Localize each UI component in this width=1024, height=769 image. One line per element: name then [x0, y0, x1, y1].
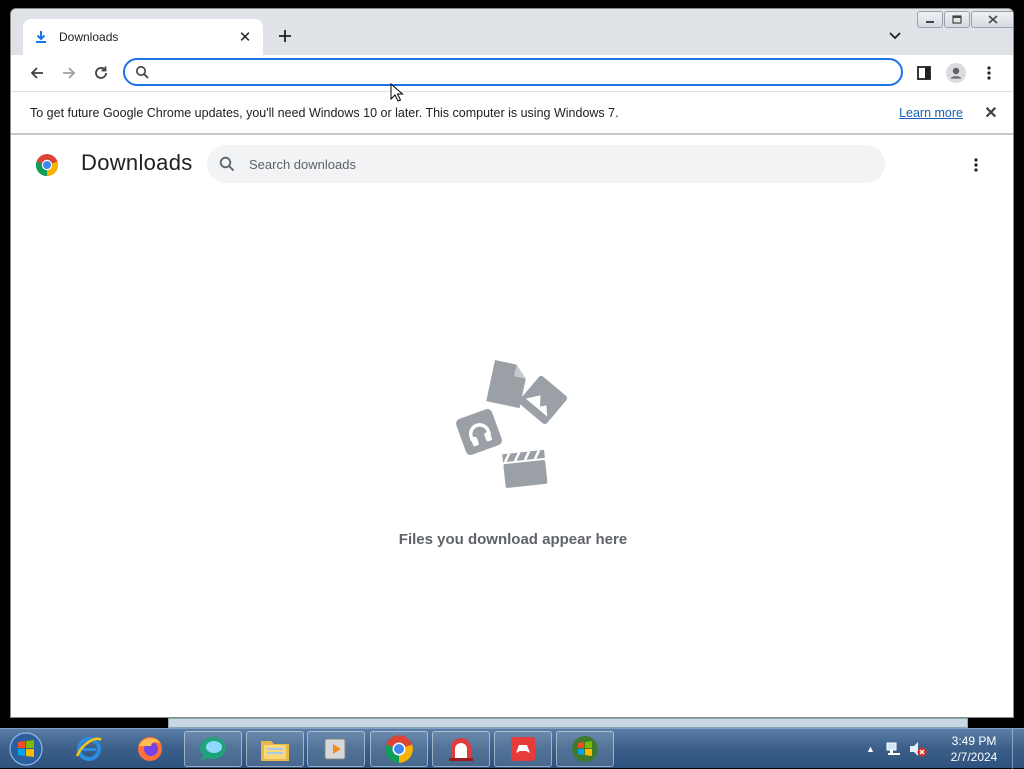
system-tray: ▲	[866, 733, 927, 765]
side-panel-icon	[917, 66, 931, 80]
windows-start-icon	[9, 732, 43, 766]
red-app-icon	[449, 738, 473, 761]
taskbar-chrome[interactable]	[370, 731, 428, 767]
internet-explorer-icon	[75, 737, 102, 761]
taskbar-game[interactable]	[494, 731, 552, 767]
new-tab-button[interactable]	[275, 26, 295, 46]
menu-button[interactable]	[979, 63, 999, 83]
audio-icon	[456, 409, 502, 455]
browser-window: Downloads ✕ To get future Google Chrome …	[10, 8, 1014, 718]
address-input[interactable]	[157, 62, 901, 82]
empty-state-message: Files you download appear here	[398, 531, 628, 548]
show-hidden-icons-icon[interactable]: ▲	[866, 744, 875, 754]
chevron-down-icon	[889, 32, 901, 40]
window-controls	[917, 11, 1013, 28]
image-icon	[518, 375, 568, 425]
minimize-button[interactable]	[917, 11, 943, 28]
close-window-button[interactable]	[971, 11, 1013, 28]
minimize-icon	[926, 20, 934, 23]
video-icon	[502, 449, 548, 488]
restore-button[interactable]	[944, 11, 970, 28]
back-arrow-icon	[30, 67, 43, 79]
taskbar-red-app[interactable]	[432, 731, 490, 767]
plus-icon	[279, 30, 291, 42]
tab-search-button[interactable]	[885, 27, 905, 45]
taskbar-explorer[interactable]	[246, 731, 304, 767]
reload-button[interactable]	[91, 63, 111, 83]
network-icon[interactable]	[885, 741, 901, 757]
tab-downloads[interactable]: Downloads ✕	[23, 19, 263, 55]
close-icon	[988, 15, 998, 24]
volume-muted-icon[interactable]	[909, 741, 927, 757]
chat-app-icon	[200, 737, 226, 761]
clock[interactable]: 3:49 PM 2/7/2024	[940, 733, 1008, 765]
reload-icon	[95, 66, 107, 79]
learn-more-link[interactable]: Learn more	[899, 106, 963, 120]
empty-downloads-illustration	[456, 360, 568, 488]
avatar-icon	[946, 63, 966, 83]
restore-icon	[952, 15, 962, 24]
infobar-message: To get future Google Chrome updates, you…	[30, 105, 619, 120]
game-app-icon	[511, 737, 535, 761]
downloads-page: Downloads Search downloads Files you dow…	[11, 137, 1013, 717]
download-icon	[33, 29, 49, 45]
toolbar	[11, 55, 1013, 91]
page-title: Downloads	[81, 150, 193, 175]
tab-title: Downloads	[59, 30, 119, 44]
update-infobar: To get future Google Chrome updates, you…	[11, 91, 1013, 135]
start-button[interactable]	[4, 731, 48, 767]
file-explorer-icon	[261, 741, 289, 761]
clock-time: 3:49 PM	[951, 734, 997, 748]
kebab-menu-icon	[987, 66, 991, 80]
title-bar: Downloads ✕	[11, 9, 1013, 55]
search-downloads-input[interactable]	[249, 156, 885, 172]
taskbar-windows-app[interactable]	[556, 731, 614, 767]
search-downloads-field[interactable]	[207, 145, 885, 183]
taskbar-chat[interactable]	[184, 731, 242, 767]
chrome-icon	[385, 735, 413, 763]
search-icon	[136, 66, 149, 79]
taskbar: ▲ 3:49 PM 2/7/2024	[0, 728, 1024, 769]
show-desktop-button[interactable]	[1012, 729, 1024, 769]
background-window-frame	[168, 718, 968, 728]
chrome-logo-icon	[35, 154, 59, 177]
forward-button[interactable]	[59, 63, 79, 83]
media-player-icon	[324, 738, 346, 760]
mouse-cursor-icon	[390, 83, 404, 102]
clock-date: 2/7/2024	[950, 750, 998, 764]
firefox-icon	[138, 737, 162, 761]
search-icon	[219, 156, 235, 172]
downloads-more-button[interactable]	[966, 155, 986, 175]
side-panel-button[interactable]	[914, 63, 934, 83]
address-bar[interactable]	[123, 58, 903, 86]
tab-close-icon[interactable]: ✕	[237, 29, 253, 46]
page-header: Downloads	[11, 137, 1013, 193]
windows-app-icon	[572, 736, 598, 762]
taskbar-firefox[interactable]	[121, 731, 179, 767]
infobar-close-icon[interactable]: ✕	[981, 103, 1001, 123]
profile-button[interactable]	[946, 63, 966, 83]
kebab-menu-icon	[974, 158, 978, 172]
forward-arrow-icon	[63, 67, 76, 79]
back-button[interactable]	[27, 63, 47, 83]
taskbar-ie[interactable]	[60, 731, 118, 767]
taskbar-media[interactable]	[307, 731, 365, 767]
